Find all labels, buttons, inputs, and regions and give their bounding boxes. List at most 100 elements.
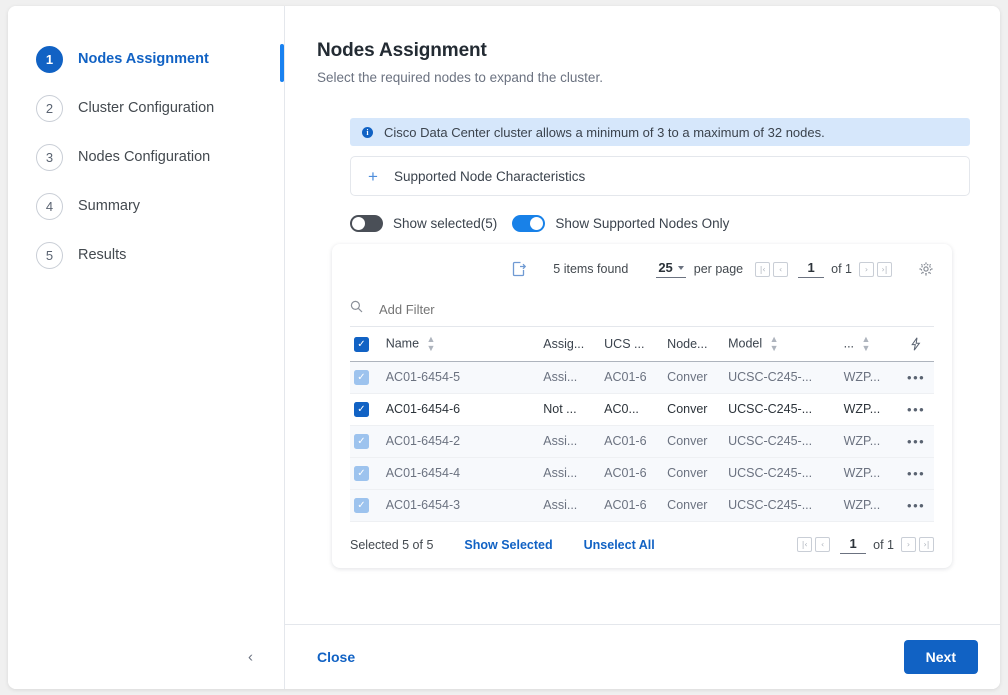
table-row[interactable]: ✓ AC01-6454-2 Assi... AC01-6 Conver UCSC… [350, 425, 934, 458]
show-selected-label: Show selected(5) [393, 216, 498, 231]
cell-ucs: AC01-6 [604, 489, 668, 522]
table-row[interactable]: ✓ AC01-6454-6 Not ... AC0... Conver UCSC… [350, 393, 934, 426]
expander-label: Supported Node Characteristics [393, 168, 586, 184]
sidebar-item-cluster-configuration[interactable]: 2 Cluster Configuration [8, 93, 284, 123]
page-subtitle: Select the required nodes to expand the … [317, 70, 603, 85]
footer-next-page-button[interactable]: › [901, 537, 916, 552]
show-supported-nodes-only-toggle[interactable] [512, 215, 546, 232]
column-header-ucs[interactable]: UCS ... [604, 327, 668, 362]
sort-icon[interactable]: ▲ ▼ [427, 334, 436, 353]
step-number-4: 4 [36, 192, 63, 220]
chevron-left-icon[interactable]: ‹ [248, 649, 253, 666]
show-selected-toggle[interactable] [350, 215, 383, 232]
cell-model: UCSC-C245-... [728, 425, 844, 458]
per-page-select[interactable]: 25 [656, 260, 686, 278]
step-number-3: 3 [36, 143, 63, 171]
page-title: Nodes Assignment [317, 40, 487, 61]
nodes-table: ✓ Name ▲ ▼ Assig... UCS ... Node... Mode… [350, 327, 934, 522]
chevron-down-icon [677, 265, 684, 270]
unselect-all-link[interactable]: Unselect All [584, 538, 655, 552]
column-header-name[interactable]: Name ▲ ▼ [385, 327, 544, 362]
nodes-table-card: 5 items found 25 per page |‹ ‹ 1 of 1 › … [332, 244, 952, 568]
column-header-node[interactable]: Node... [667, 327, 729, 362]
column-label-serial: ... [843, 336, 855, 351]
cell-assigned: Assi... [543, 457, 605, 490]
row-checkbox-cell: ✓ [350, 361, 386, 394]
column-label-assigned: Assig... [543, 336, 585, 351]
footer-prev-page-button[interactable]: ‹ [815, 537, 831, 552]
cell-name: AC01-6454-4 [385, 457, 544, 490]
table-body: ✓ AC01-6454-5 Assi... AC01-6 Conver UCSC… [350, 361, 934, 522]
sidebar-item-summary[interactable]: 4 Summary [8, 191, 284, 221]
sidebar-item-results[interactable]: 5 Results [8, 240, 284, 270]
show-selected-link[interactable]: Show Selected [464, 538, 552, 552]
prev-page-button[interactable]: ‹ [773, 261, 789, 277]
next-page-button[interactable]: › [859, 261, 874, 277]
supported-node-characteristics-expander[interactable]: + Supported Node Characteristics [350, 156, 970, 196]
gear-icon[interactable] [918, 261, 934, 277]
last-page-button[interactable]: ›| [877, 261, 892, 277]
row-checkbox[interactable]: ✓ [354, 498, 369, 513]
cell-node: Conver [667, 489, 729, 522]
row-checkbox[interactable]: ✓ [354, 466, 369, 481]
table-row[interactable]: ✓ AC01-6454-3 Assi... AC01-6 Conver UCSC… [350, 489, 934, 522]
first-page-button[interactable]: |‹ [755, 261, 771, 277]
wizard-window: 1 Nodes Assignment 2 Cluster Configurati… [8, 6, 1000, 689]
row-actions-cell: ••• [898, 361, 934, 394]
column-header-model[interactable]: Model ▲ ▼ [728, 327, 844, 362]
cell-ucs: AC01-6 [604, 457, 668, 490]
footer-page-number-input[interactable]: 1 [840, 536, 867, 554]
next-button[interactable]: Next [903, 640, 978, 674]
filter-input[interactable] [379, 301, 934, 317]
selected-count-text: Selected 5 of 5 [350, 537, 434, 552]
info-banner-text: Cisco Data Center cluster allows a minim… [384, 124, 825, 140]
cell-model: UCSC-C245-... [728, 393, 844, 426]
row-checkbox-cell: ✓ [350, 457, 386, 490]
cell-model: UCSC-C245-... [728, 489, 844, 522]
cell-model: UCSC-C245-... [728, 457, 844, 490]
row-checkbox[interactable]: ✓ [354, 370, 369, 385]
step-label-3: Nodes Configuration [78, 149, 211, 165]
column-header-serial[interactable]: ... ▲ ▼ [843, 327, 899, 362]
select-all-header: ✓ [350, 327, 386, 362]
cell-node: Conver [667, 425, 729, 458]
row-actions-button[interactable]: ••• [907, 466, 925, 481]
cell-name: AC01-6454-3 [385, 489, 544, 522]
sort-icon[interactable]: ▲ ▼ [862, 334, 871, 353]
row-actions-button[interactable]: ••• [907, 498, 925, 513]
cell-assigned: Assi... [543, 361, 605, 394]
table-toolbar: 5 items found 25 per page |‹ ‹ 1 of 1 › … [350, 244, 934, 294]
main-panel: Nodes Assignment Select the required nod… [248, 6, 1000, 689]
row-actions-button[interactable]: ••• [907, 370, 925, 385]
toggle-knob [352, 217, 365, 230]
table-row[interactable]: ✓ AC01-6454-4 Assi... AC01-6 Conver UCSC… [350, 457, 934, 490]
page-number-input[interactable]: 1 [798, 260, 825, 278]
cell-ucs-link[interactable]: AC0... [604, 393, 668, 426]
sidebar-item-nodes-configuration[interactable]: 3 Nodes Configuration [8, 142, 284, 172]
step-number-5: 5 [36, 241, 63, 269]
per-page-value: 25 [658, 260, 673, 275]
search-icon [350, 300, 363, 318]
column-header-assigned[interactable]: Assig... [543, 327, 605, 362]
sidebar-item-nodes-assignment[interactable]: 1 Nodes Assignment [8, 44, 284, 74]
row-checkbox[interactable]: ✓ [354, 402, 369, 417]
row-actions-button[interactable]: ••• [907, 434, 925, 449]
filter-row [350, 294, 934, 327]
table-row[interactable]: ✓ AC01-6454-5 Assi... AC01-6 Conver UCSC… [350, 361, 934, 394]
cell-name: AC01-6454-6 [385, 393, 544, 426]
sort-icon[interactable]: ▲ ▼ [770, 334, 779, 353]
per-page-label: per page [693, 262, 744, 276]
plus-icon: + [368, 166, 378, 186]
row-checkbox[interactable]: ✓ [354, 434, 369, 449]
lightning-bolt-icon[interactable] [898, 337, 934, 351]
cell-assigned: Assi... [543, 489, 605, 522]
select-all-checkbox[interactable]: ✓ [354, 336, 369, 352]
column-label-node: Node... [667, 336, 708, 351]
export-icon[interactable] [512, 261, 527, 277]
close-button[interactable]: Close [317, 649, 355, 665]
footer-first-page-button[interactable]: |‹ [797, 537, 813, 552]
footer-last-page-button[interactable]: ›| [919, 537, 934, 552]
footer-pagination: |‹ ‹ 1 of 1 › ›| [794, 536, 934, 554]
footer-page-total-label: of 1 [873, 537, 894, 552]
row-actions-button[interactable]: ••• [907, 402, 925, 417]
